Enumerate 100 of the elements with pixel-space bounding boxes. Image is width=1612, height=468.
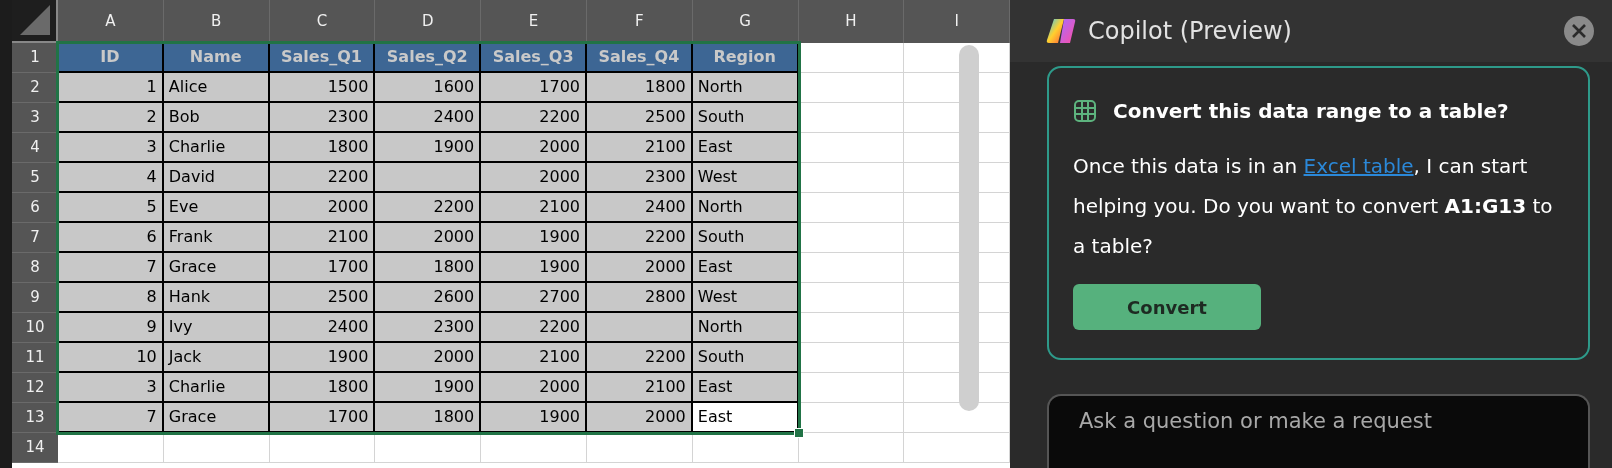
table-cell: 2100 [481, 193, 587, 223]
table-cell: 2300 [269, 103, 376, 133]
column-header[interactable]: B [163, 0, 270, 43]
column-title: Sales_Q2 [375, 43, 482, 73]
table-cell: 2800 [587, 283, 693, 313]
column-title: Name [163, 43, 270, 73]
table-cell: 1900 [375, 133, 482, 163]
table-cell: 1900 [375, 373, 482, 403]
row-header[interactable]: 3 [12, 103, 58, 133]
table-cell: 2000 [269, 193, 376, 223]
table-cell: South [692, 103, 799, 133]
table-cell: Frank [163, 223, 270, 253]
table-cell: 3 [58, 133, 164, 163]
fill-handle[interactable] [793, 428, 804, 438]
table-cell: Ivy [163, 313, 270, 343]
table-cell: 2700 [481, 283, 587, 313]
table-cell: 2100 [269, 223, 376, 253]
table-cell: 2200 [481, 313, 587, 343]
table-cell: 1500 [269, 73, 376, 103]
row-header[interactable]: 13 [12, 403, 58, 433]
column-header[interactable]: F [587, 0, 693, 43]
column-title: Region [692, 43, 799, 73]
table-cell: 2200 [587, 343, 693, 373]
table-cell: 2000 [587, 253, 693, 283]
table-cell: 10 [58, 343, 164, 373]
column-title: Sales_Q4 [587, 43, 693, 73]
table-cell: 1800 [375, 403, 482, 433]
table-cell: North [692, 313, 799, 343]
table-cell: 6 [58, 223, 164, 253]
table-cell: South [692, 343, 799, 373]
row-header[interactable]: 9 [12, 283, 58, 313]
row-header[interactable]: 5 [12, 163, 58, 193]
column-header[interactable]: G [692, 0, 799, 43]
table-cell: 2200 [375, 193, 482, 223]
convert-button[interactable]: Convert [1073, 284, 1261, 330]
table-cell: Alice [163, 73, 270, 103]
table-cell: East [692, 133, 799, 163]
scrollbar-thumb[interactable] [959, 45, 979, 411]
table-cell: 2100 [587, 133, 693, 163]
table-cell: 4 [58, 163, 164, 193]
table-cell: 2300 [375, 313, 482, 343]
table-cell: 2000 [481, 373, 587, 403]
table-cell: 2400 [375, 103, 482, 133]
column-header[interactable]: C [269, 0, 376, 43]
table-cell: 2200 [481, 103, 587, 133]
row-header[interactable]: 6 [12, 193, 58, 223]
column-title: Sales_Q3 [481, 43, 587, 73]
column-header[interactable]: E [481, 0, 587, 43]
table-cell: 9 [58, 313, 164, 343]
table-cell: 1700 [269, 253, 376, 283]
row-header[interactable]: 1 [12, 43, 58, 73]
row-header[interactable]: 10 [12, 313, 58, 343]
panel-title: Copilot (Preview) [1088, 16, 1292, 47]
table-cell: South [692, 223, 799, 253]
table-cell: 2100 [587, 373, 693, 403]
close-icon[interactable] [1571, 23, 1587, 39]
table-cell: West [692, 163, 799, 193]
row-header[interactable]: 12 [12, 373, 58, 403]
table-cell: Jack [163, 343, 270, 373]
table-cell: West [692, 283, 799, 313]
table-cell: 8 [58, 283, 164, 313]
row-header[interactable]: 11 [12, 343, 58, 373]
table-cell: Hank [163, 283, 270, 313]
table-cell: 2000 [375, 343, 482, 373]
column-title: ID [58, 43, 164, 73]
table-cell: 2000 [375, 223, 482, 253]
table-cell: 7 [58, 253, 164, 283]
column-header[interactable]: I [904, 0, 1010, 43]
table-cell: 1 [58, 73, 164, 103]
table-cell: 3 [58, 373, 164, 403]
table-cell: 2000 [481, 163, 587, 193]
table-cell: East [692, 373, 799, 403]
table-cell: 1900 [269, 343, 376, 373]
table-grid-icon [1073, 99, 1097, 123]
table-cell: 2400 [269, 313, 376, 343]
table-cell: 2500 [587, 103, 693, 133]
table-cell: 2200 [587, 223, 693, 253]
table-cell: North [692, 73, 799, 103]
row-header[interactable]: 2 [12, 73, 58, 103]
table-cell: 2400 [587, 193, 693, 223]
column-header[interactable]: H [798, 0, 905, 43]
row-header[interactable]: 7 [12, 223, 58, 253]
input-field[interactable]: Ask a question or make a request [1047, 394, 1590, 468]
row-header[interactable]: 4 [12, 133, 58, 163]
column-header[interactable]: A [58, 0, 164, 43]
row-header[interactable]: 14 [12, 433, 58, 463]
table-cell: 2000 [481, 133, 587, 163]
table-cell: 1900 [481, 223, 587, 253]
close-button[interactable] [1564, 16, 1594, 46]
row-header[interactable]: 8 [12, 253, 58, 283]
table-cell: 2500 [269, 283, 376, 313]
excel-table-link[interactable]: Excel table [1303, 154, 1414, 178]
table-cell: 1700 [269, 403, 376, 433]
table-cell: 2300 [587, 163, 693, 193]
table-cell: 1800 [375, 253, 482, 283]
select-all-corner[interactable] [12, 0, 58, 43]
table-cell: 2 [58, 103, 164, 133]
table-cell: 7 [58, 403, 164, 433]
table-cell: 1800 [269, 373, 376, 403]
column-header[interactable]: D [375, 0, 482, 43]
